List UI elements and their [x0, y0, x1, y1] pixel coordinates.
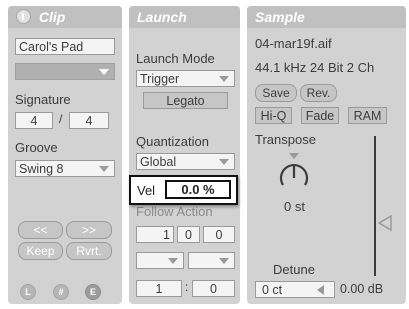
- envelope-icon[interactable]: E: [85, 284, 101, 300]
- launch-mode-dropdown[interactable]: Trigger: [136, 70, 235, 87]
- save-button[interactable]: Save: [255, 84, 297, 102]
- chevron-down-icon: [99, 69, 109, 75]
- hiq-button[interactable]: Hi-Q: [255, 107, 292, 124]
- ram-button[interactable]: RAM: [348, 107, 387, 124]
- follow-time-bars[interactable]: 1: [136, 226, 174, 243]
- signature-label: Signature: [15, 92, 71, 107]
- nudge-back-button[interactable]: <<: [18, 221, 63, 239]
- sample-header: Sample: [247, 6, 406, 28]
- waveform-icon[interactable]: #: [53, 284, 69, 300]
- detune-arrow-icon: [317, 285, 324, 295]
- launch-mode-label: Launch Mode: [136, 51, 215, 66]
- chevron-down-icon: [219, 258, 229, 264]
- follow-action-label: Follow Action: [136, 204, 213, 219]
- follow-time-sixteenths[interactable]: 0: [203, 226, 235, 243]
- clip-toggle-icon[interactable]: [16, 9, 31, 24]
- chevron-down-icon: [168, 258, 178, 264]
- fade-button[interactable]: Fade: [301, 107, 339, 124]
- velocity-control: Vel 0.0 %: [129, 175, 238, 205]
- transpose-value: 0 st: [284, 199, 305, 214]
- quantization-label: Quantization: [136, 134, 209, 149]
- loop-icon[interactable]: L: [20, 284, 36, 300]
- follow-time-beats[interactable]: 0: [177, 226, 200, 243]
- sample-title: Sample: [255, 9, 305, 25]
- transpose-knob[interactable]: [275, 152, 315, 194]
- signature-denominator[interactable]: 4: [69, 112, 109, 129]
- chevron-down-icon: [219, 76, 229, 82]
- chevron-down-icon: [99, 166, 109, 172]
- detune-field[interactable]: 0 ct: [255, 281, 335, 298]
- groove-label: Groove: [15, 140, 58, 155]
- follow-chance-separator: :: [185, 280, 189, 294]
- signature-separator: /: [59, 112, 63, 126]
- chevron-down-icon: [219, 159, 229, 165]
- quantization-dropdown[interactable]: Global: [136, 153, 235, 170]
- velocity-field[interactable]: 0.0 %: [165, 180, 231, 199]
- nudge-forward-button[interactable]: >>: [66, 221, 112, 239]
- gain-slider-handle-icon[interactable]: [378, 215, 392, 231]
- detune-label: Detune: [273, 262, 315, 277]
- gain-slider-track[interactable]: [374, 136, 376, 276]
- sample-panel: Sample 04-mar19f.aif 44.1 kHz 24 Bit 2 C…: [247, 6, 406, 304]
- clip-title: Clip: [38, 9, 66, 25]
- sample-filename: 04-mar19f.aif: [255, 36, 332, 51]
- keep-button[interactable]: Keep: [18, 242, 63, 260]
- rev-button[interactable]: Rev.: [300, 84, 337, 102]
- revert-button[interactable]: Rvrt.: [66, 242, 112, 260]
- launch-header: Launch: [129, 6, 240, 28]
- follow-chance-a[interactable]: 1: [136, 280, 182, 297]
- clip-header: Clip: [8, 6, 122, 28]
- sample-format: 44.1 kHz 24 Bit 2 Ch: [255, 60, 375, 75]
- clip-name-field[interactable]: Carol's Pad: [15, 38, 115, 55]
- clip-panel: Clip Carol's Pad Signature 4 / 4 Groove …: [8, 6, 122, 304]
- follow-chance-b[interactable]: 0: [192, 280, 235, 297]
- velocity-label: Vel: [137, 183, 156, 198]
- follow-action-a-dropdown[interactable]: [136, 252, 184, 269]
- follow-action-b-dropdown[interactable]: [188, 252, 235, 269]
- clip-color-dropdown[interactable]: [15, 63, 115, 80]
- knob-indicator-icon: [289, 153, 299, 159]
- transpose-label: Transpose: [255, 132, 316, 147]
- signature-numerator[interactable]: 4: [15, 112, 53, 129]
- launch-title: Launch: [137, 9, 187, 25]
- gain-value: 0.00 dB: [340, 282, 384, 296]
- launch-panel: Launch Launch Mode Trigger Legato Quanti…: [129, 6, 240, 304]
- groove-dropdown[interactable]: Swing 8: [15, 160, 115, 177]
- legato-button[interactable]: Legato: [143, 92, 228, 109]
